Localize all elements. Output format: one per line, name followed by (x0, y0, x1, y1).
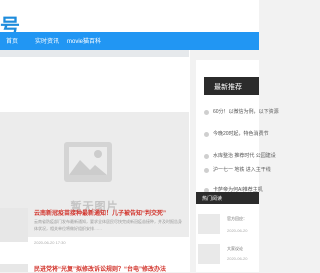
main-nav: 首页 实时资讯 movie猫百科 (0, 32, 259, 50)
nav-item-wiki[interactable]: movie猫百科 (67, 36, 101, 45)
hot-widget: 热门阅读 官方回应： 2020-06-20 大家议论 2020-06-20 (196, 192, 259, 272)
post-date: 2020-06-20 17:30 (34, 240, 66, 245)
latest-item[interactable]: 水库整治 推荐时代 公园建设 (204, 151, 276, 161)
nav-item-home[interactable]: 首页 (6, 36, 18, 45)
hot-thumbnail[interactable] (198, 244, 220, 264)
bullet-icon (204, 154, 209, 159)
latest-header: 最新推荐 (204, 77, 259, 95)
bullet-icon (204, 132, 209, 137)
latest-item-text[interactable]: 60分！以微信为例，以下资源 (213, 108, 279, 115)
latest-item[interactable]: 60分！以微信为例，以下资源 (204, 107, 279, 117)
hot-thumbnail[interactable] (198, 214, 220, 234)
bullet-icon (204, 168, 209, 173)
main-content: 暂无图片 云南新冠疫苗接种最新通知！儿子被告知“判交死” 云南省防疫部门发布最新… (0, 50, 190, 273)
bullet-icon (204, 110, 209, 115)
post-thumbnail[interactable] (0, 264, 28, 272)
latest-item-text[interactable]: 水库整治 推荐时代 公园建设 (213, 152, 276, 159)
hot-header: 热门阅读 (196, 192, 259, 204)
post-item[interactable]: 云南新冠疫苗接种最新通知！儿子被告知“判交死” 云南省防疫部门发布最新通知，要求… (0, 208, 190, 248)
latest-item-text[interactable]: 沪一七一 地铁 进入主干线 (213, 166, 271, 173)
post-title[interactable]: 云南新冠疫苗接种最新通知！儿子被告知“判交死” (34, 208, 189, 217)
hot-item-date: 2020-06-20 (227, 228, 248, 233)
site-header: 号 (0, 0, 259, 38)
latest-title: 最新推荐 (214, 84, 242, 91)
post-item[interactable]: 民进党将“光复”拟修改诉讼规则？“台电”修改办法 (0, 264, 190, 273)
hot-item-text[interactable]: 大家议论 (227, 246, 243, 252)
hot-item-text[interactable]: 官方回应： (227, 216, 247, 222)
latest-item[interactable]: 今晚20时起，特色消费节 (204, 129, 269, 139)
nav-item-news[interactable]: 实时资讯 (35, 36, 59, 45)
banner-strip (0, 50, 189, 57)
hot-title: 热门阅读 (202, 196, 223, 202)
image-icon (64, 142, 112, 182)
post-thumbnail[interactable] (0, 208, 28, 242)
hot-item-date: 2020-06-20 (227, 256, 248, 261)
post-excerpt: 云南省防疫部门发布最新通知，要求全体居民尽快完成新冠疫苗接种，并及时报告身体状况… (34, 219, 182, 231)
latest-item[interactable]: 沪一七一 地铁 进入主干线 (204, 165, 271, 175)
latest-item-text[interactable]: 今晚20时起，特色消费节 (213, 130, 269, 137)
